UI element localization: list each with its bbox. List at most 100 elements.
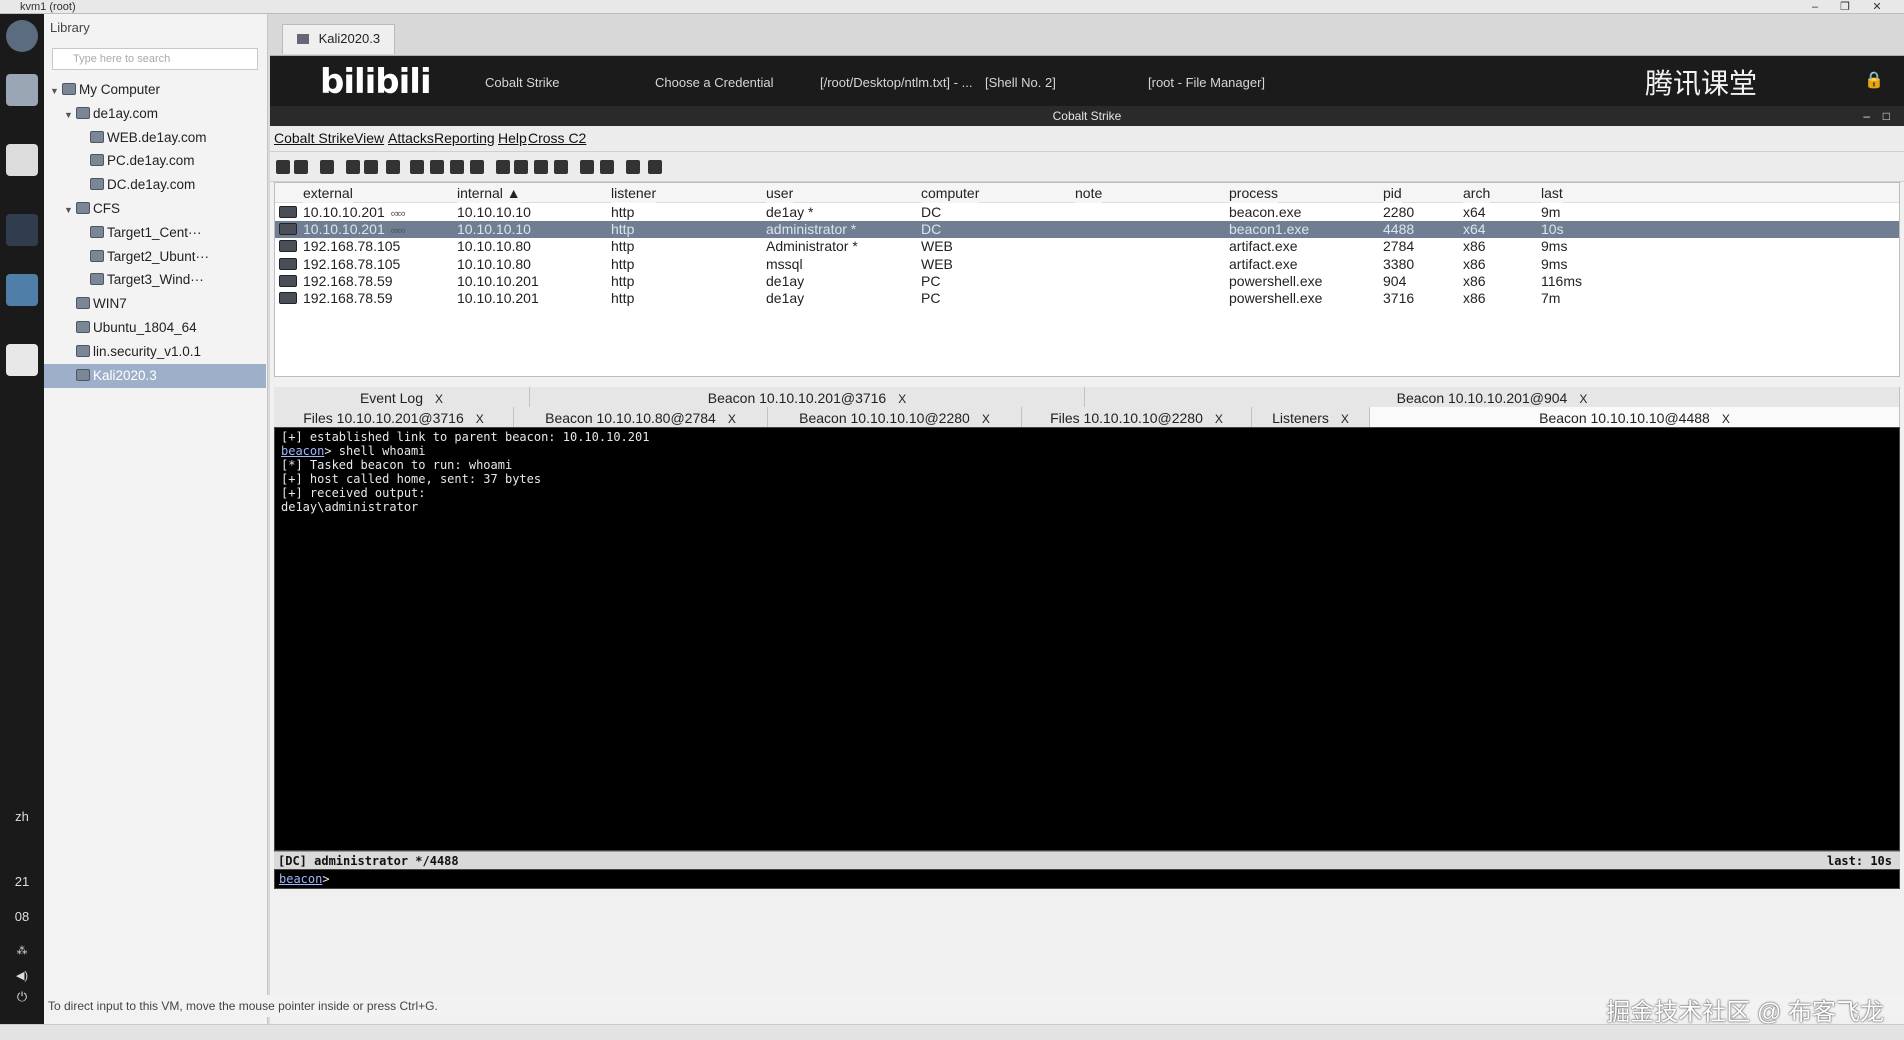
expand-arrow-icon[interactable]: ▼ (50, 79, 62, 103)
power-icon[interactable]: ⏻ (0, 989, 44, 1005)
table-row[interactable]: 10.10.10.201 ∞∞ 10.10.10.10 http administrat… (275, 221, 1899, 239)
taskbar-item-ntlm[interactable]: [/root/Desktop/ntlm.txt] - ... (820, 72, 972, 94)
expand-arrow-icon[interactable]: ▼ (64, 103, 76, 127)
taskbar-item-file-manager[interactable]: [root - File Manager] (1148, 72, 1265, 94)
minimize-icon[interactable]: – (1800, 0, 1830, 14)
beacon-input[interactable]: beacon> (274, 869, 1900, 889)
taskbar-item-credential[interactable]: Choose a Credential (655, 72, 774, 94)
column-header-external[interactable]: external (303, 183, 353, 203)
app-minimize-icon[interactable]: – (1863, 106, 1870, 126)
coffee-icon[interactable] (514, 160, 528, 174)
column-header-last[interactable]: last (1541, 183, 1563, 203)
input-language[interactable]: zh (0, 809, 44, 824)
restore-icon[interactable]: ❐ (1830, 0, 1860, 14)
guest-screen[interactable]: Kali2020.3 bilibili Cobalt Strike Choose… (270, 14, 1904, 1024)
table-row[interactable]: 192.168.78.59 10.10.10.201 http de1ay PC powe… (275, 290, 1899, 307)
menu-view[interactable]: View (354, 130, 384, 146)
volume-icon[interactable]: ◀) (0, 969, 44, 982)
connect-icon[interactable] (276, 160, 290, 174)
host-scrollbar[interactable] (0, 1024, 1904, 1040)
tree-item[interactable]: PC.de1ay.com (44, 149, 266, 173)
targets-icon[interactable] (346, 160, 360, 174)
tab-close-icon[interactable]: X (728, 412, 736, 426)
tab-beacon-10-10-10-201-3716[interactable]: Beacon 10.10.10.201@3716 X (530, 387, 1085, 409)
files-icon[interactable] (6, 74, 38, 106)
menu-cross-c2[interactable]: Cross C2 (528, 130, 586, 146)
tab-close-icon[interactable]: X (1722, 412, 1730, 426)
column-header-user[interactable]: user (766, 183, 794, 203)
key-icon[interactable] (450, 160, 464, 174)
editor-icon[interactable] (6, 344, 38, 376)
column-header-computer[interactable]: computer (921, 183, 980, 203)
document-icon[interactable] (6, 144, 38, 176)
table-row[interactable]: 10.10.10.201 ∞∞ 10.10.10.10 http de1ay * DC be… (275, 204, 1899, 221)
tab-beacon-10-10-10-10-2280[interactable]: Beacon 10.10.10.10@2280 X (768, 407, 1022, 429)
console-icon[interactable] (554, 160, 568, 174)
menu-reporting[interactable]: Reporting (434, 130, 495, 146)
network-icon[interactable] (6, 274, 38, 306)
terminal-icon[interactable] (6, 214, 38, 246)
menu-help[interactable]: Help (498, 130, 527, 146)
column-header-arch[interactable]: arch (1463, 183, 1491, 203)
headphones-icon[interactable] (320, 160, 334, 174)
tab-close-icon[interactable]: X (476, 412, 484, 426)
menu-cobalt-strike[interactable]: Cobalt Strike (274, 130, 354, 146)
tree-item[interactable]: DC.de1ay.com (44, 173, 266, 197)
tab-files-10-10-10-201-3716[interactable]: Files 10.10.10.201@3716 X (274, 407, 514, 429)
taskbar-item-cobalt-strike[interactable]: Cobalt Strike (485, 72, 559, 94)
image-icon[interactable] (410, 160, 424, 174)
network-status-icon[interactable]: ⁂ (0, 944, 44, 957)
expand-arrow-icon[interactable]: ▼ (64, 198, 76, 222)
tree-item[interactable]: ▼ My Computer (44, 78, 266, 102)
table-row[interactable]: 192.168.78.105 10.10.10.80 http Administrat… (275, 238, 1899, 255)
target-icon[interactable] (386, 160, 400, 174)
vm-tab[interactable]: Kali2020.3 (282, 24, 396, 54)
column-header-internal[interactable]: internal ▲ (457, 183, 521, 203)
cloud-icon[interactable] (600, 160, 614, 174)
column-header-pid[interactable]: pid (1383, 183, 1402, 203)
tab-event-log[interactable]: Event Log X (274, 387, 530, 409)
lock-icon[interactable]: 🔒 (1864, 70, 1884, 90)
list-icon[interactable] (364, 160, 378, 174)
disconnect-icon[interactable] (294, 160, 308, 174)
column-header-process[interactable]: process (1229, 183, 1279, 203)
tree-item[interactable]: WEB.de1ay.com (44, 126, 266, 150)
column-header-listener[interactable]: listener (611, 183, 657, 203)
tree-item[interactable]: WIN7 (44, 292, 266, 316)
tree-item[interactable]: ▼ CFS (44, 197, 266, 221)
menu-attacks[interactable]: Attacks (388, 130, 434, 146)
table-row[interactable]: 192.168.78.59 10.10.10.201 http de1ay PC powe… (275, 273, 1899, 290)
tree-item[interactable]: Ubuntu_1804_64 (44, 316, 266, 340)
close-icon[interactable]: ✕ (1862, 0, 1892, 14)
table-row[interactable]: 192.168.78.105 10.10.10.80 http mssql WEB art… (275, 256, 1899, 273)
tab-listeners[interactable]: Listeners X (1252, 407, 1370, 429)
tree-item[interactable]: Target1_Cent··· (44, 221, 266, 245)
tree-item[interactable]: ▼ de1ay.com (44, 102, 266, 126)
tab-close-icon[interactable]: X (898, 392, 906, 406)
tab-close-icon[interactable]: X (982, 412, 990, 426)
beacon-console[interactable]: [+] established link to parent beacon: 1… (274, 427, 1900, 851)
library-search-input[interactable]: Type here to search (52, 48, 258, 70)
tab-close-icon[interactable]: X (435, 392, 443, 406)
book-icon[interactable] (626, 160, 640, 174)
tree-item[interactable]: Target3_Wind··· (44, 268, 266, 292)
download-icon[interactable] (430, 160, 444, 174)
record-icon[interactable] (648, 160, 662, 174)
tab-beacon-10-10-10-201-904[interactable]: Beacon 10.10.10.201@904 X (1085, 387, 1900, 409)
note-icon[interactable] (534, 160, 548, 174)
taskbar-item-shell[interactable]: [Shell No. 2] (985, 72, 1056, 94)
tab-files-10-10-10-10-2280[interactable]: Files 10.10.10.10@2280 X (1022, 407, 1252, 429)
link-icon[interactable] (580, 160, 594, 174)
menu-icon[interactable] (6, 20, 38, 52)
tree-item[interactable]: lin.security_v1.0.1 (44, 340, 266, 364)
tab-beacon-10-10-10-80-2784[interactable]: Beacon 10.10.10.80@2784 X (514, 407, 768, 429)
column-header-note[interactable]: note (1075, 183, 1103, 203)
tab-close-icon[interactable]: X (1341, 412, 1349, 426)
tree-item[interactable]: Target2_Ubunt··· (44, 245, 266, 269)
settings-icon[interactable] (496, 160, 510, 174)
screenshot-icon[interactable] (470, 160, 484, 174)
tab-beacon-10-10-10-10-4488[interactable]: Beacon 10.10.10.10@4488 X (1370, 407, 1900, 429)
app-maximize-icon[interactable]: □ (1883, 106, 1890, 126)
tree-item[interactable]: Kali2020.3 (44, 363, 266, 388)
tab-close-icon[interactable]: X (1579, 392, 1587, 406)
